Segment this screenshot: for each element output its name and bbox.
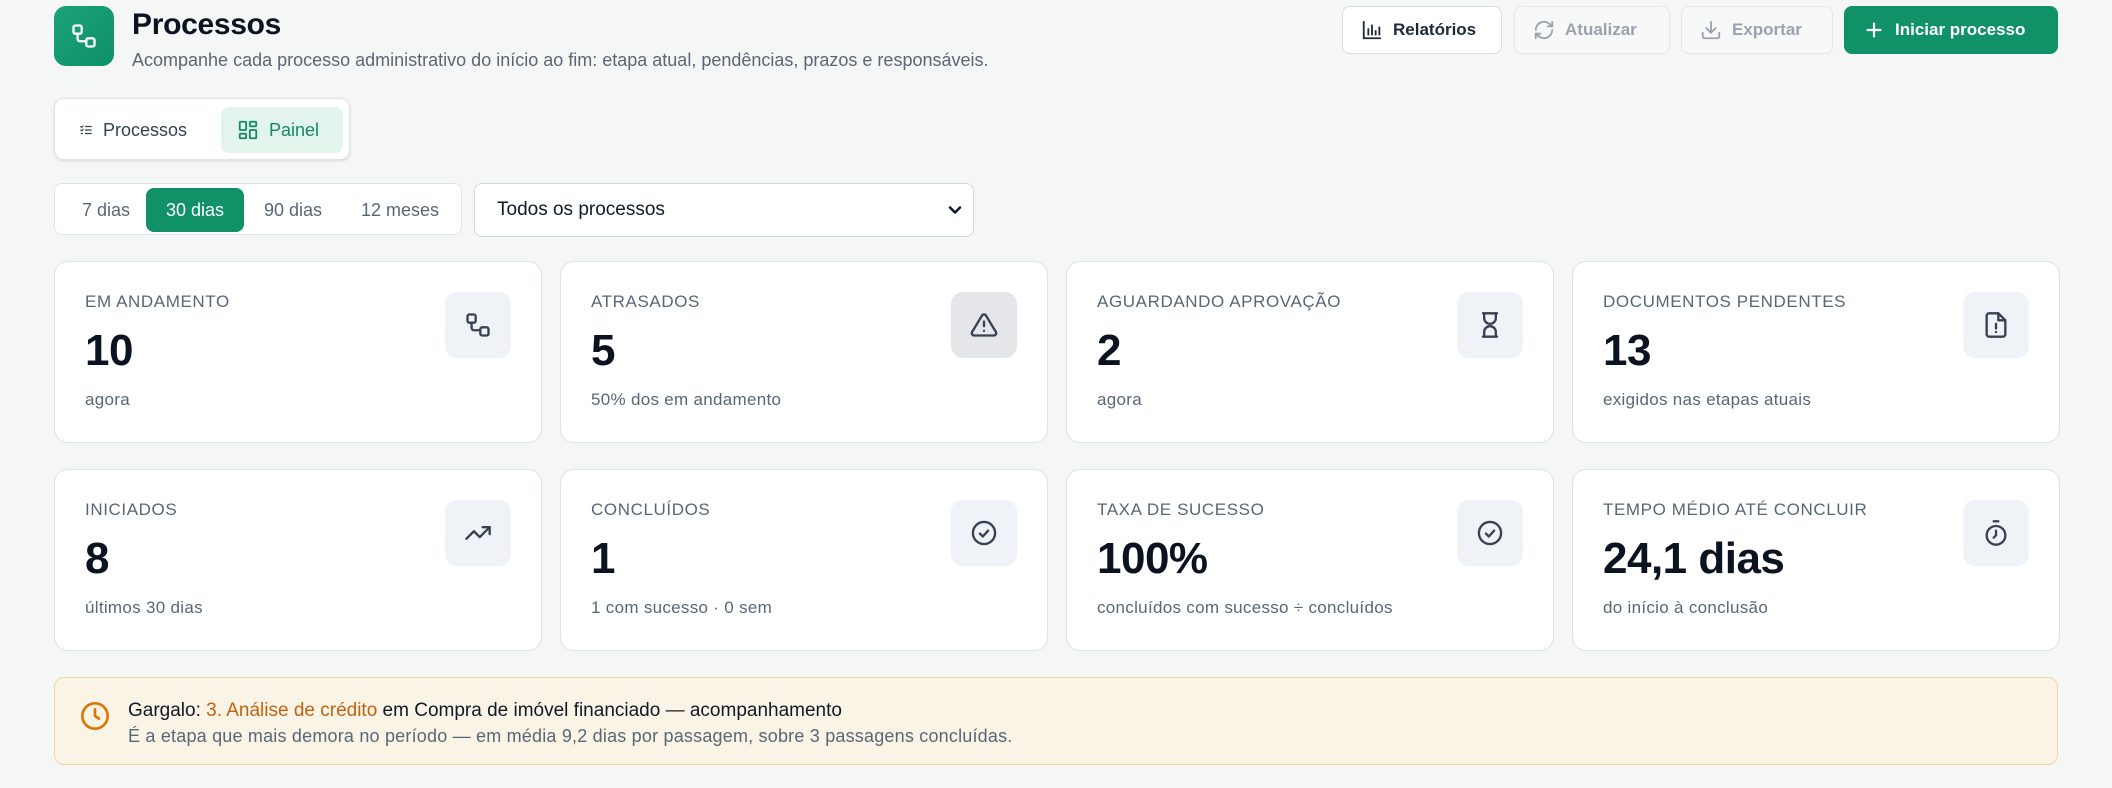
kpi-note: agora — [85, 390, 130, 409]
kpi-card-aguardando-aprovacao: AGUARDANDO APROVAÇÃO 2 agora — [1066, 261, 1554, 443]
page-header: Processos Acompanhe cada processo admini… — [54, 6, 2058, 76]
reports-button-label: Relatórios — [1393, 20, 1477, 39]
hourglass-icon — [1457, 292, 1523, 358]
kpi-value: 1 — [591, 534, 615, 583]
period-12-months[interactable]: 12 meses — [343, 188, 457, 232]
kpi-label: TEMPO MÉDIO ATÉ CONCLUIR — [1603, 500, 1868, 519]
trending-up-icon — [445, 500, 511, 566]
bottleneck-banner: Gargalo: 3. Análise de crédito em Compra… — [54, 677, 2058, 765]
period-7-days[interactable]: 7 dias — [61, 188, 151, 232]
kpi-label: TAXA DE SUCESSO — [1097, 500, 1265, 519]
plus-icon — [1866, 22, 1882, 38]
kpi-value: 13 — [1603, 326, 1651, 375]
kpi-note: concluídos com sucesso ÷ concluídos — [1097, 598, 1393, 617]
process-icon — [54, 6, 114, 66]
kpi-note: do início à conclusão — [1603, 598, 1769, 617]
processes-page: Processos Acompanhe cada processo admini… — [54, 0, 2060, 788]
bottleneck-process: em Compra de imóvel financiado — acompan… — [377, 700, 842, 721]
kpi-value: 24,1 dias — [1603, 534, 1785, 583]
view-switcher: Processos Painel — [54, 98, 350, 160]
kpi-card-em-andamento: EM ANDAMENTO 10 agora — [54, 261, 542, 443]
period-selector: 7 dias 30 dias 90 dias 12 meses — [54, 183, 462, 235]
kpi-note: agora — [1097, 390, 1142, 409]
period-90-days[interactable]: 90 dias — [249, 188, 337, 232]
kpi-note: 50% dos em andamento — [591, 390, 782, 409]
kpi-card-documentos-pendentes: DOCUMENTOS PENDENTES 13 exigidos nas eta… — [1572, 261, 2060, 443]
bottleneck-title: Gargalo: 3. Análise de crédito em Compra… — [128, 700, 842, 722]
kpi-card-iniciados: INICIADOS 8 últimos 30 dias — [54, 469, 542, 651]
bottleneck-detail: É a etapa que mais demora no período — e… — [128, 726, 1013, 746]
kpi-card-atrasados: ATRASADOS 5 50% dos em andamento — [560, 261, 1048, 443]
download-icon — [1701, 20, 1721, 40]
process-icon — [445, 292, 511, 358]
kpi-label: CONCLUÍDOS — [591, 500, 711, 519]
tab-painel-label: Painel — [269, 119, 320, 140]
kpi-card-tempo-medio: TEMPO MÉDIO ATÉ CONCLUIR 24,1 dias do in… — [1572, 469, 2060, 651]
dashboard-icon — [238, 120, 258, 140]
kpi-value: 5 — [591, 326, 615, 375]
clock-icon — [79, 700, 111, 737]
stopwatch-icon — [1963, 500, 2029, 566]
kpi-value: 100% — [1097, 534, 1208, 583]
kpi-note: 1 com sucesso · 0 sem — [591, 598, 773, 617]
kpi-value: 10 — [85, 326, 133, 375]
process-filter-select[interactable]: Todos os processos — [474, 183, 974, 237]
export-button-label: Exportar — [1732, 20, 1802, 39]
chevron-down-icon — [948, 206, 962, 214]
refresh-icon — [1534, 20, 1554, 40]
check-circle-icon — [951, 500, 1017, 566]
alert-triangle-icon — [951, 292, 1017, 358]
kpi-card-concluidos: CONCLUÍDOS 1 1 com sucesso · 0 sem — [560, 469, 1048, 651]
kpi-label: DOCUMENTOS PENDENTES — [1603, 292, 1847, 311]
tab-painel[interactable]: Painel — [221, 107, 343, 153]
check-circle-icon — [1457, 500, 1523, 566]
tab-processos-label: Processos — [102, 119, 187, 140]
kpi-label: AGUARDANDO APROVAÇÃO — [1097, 292, 1342, 311]
kpi-value: 8 — [85, 534, 109, 583]
kpi-label: EM ANDAMENTO — [85, 292, 230, 311]
kpi-value: 2 — [1097, 326, 1121, 375]
list-check-icon — [80, 125, 92, 135]
refresh-button-label: Atualizar — [1565, 20, 1637, 39]
start-process-button[interactable]: Iniciar processo — [1844, 6, 2058, 54]
export-button[interactable]: Exportar — [1681, 6, 1833, 54]
period-30-days[interactable]: 30 dias — [146, 188, 244, 232]
kpi-note: exigidos nas etapas atuais — [1603, 390, 1812, 409]
kpi-note: últimos 30 dias — [85, 598, 203, 617]
kpi-label: INICIADOS — [85, 500, 178, 519]
kpi-card-taxa-de-sucesso: TAXA DE SUCESSO 100% concluídos com suce… — [1066, 469, 1554, 651]
page-subtitle: Acompanhe cada processo administrativo d… — [132, 50, 989, 70]
start-process-button-label: Iniciar processo — [1895, 20, 2026, 39]
bottleneck-prefix: Gargalo: — [128, 700, 207, 721]
bottleneck-step-link[interactable]: 3. Análise de crédito — [206, 700, 377, 721]
kpi-label: ATRASADOS — [591, 292, 700, 311]
tab-processos[interactable]: Processos — [63, 107, 203, 153]
refresh-button[interactable]: Atualizar — [1514, 6, 1670, 54]
bar-chart-icon — [1362, 20, 1382, 40]
document-alert-icon — [1963, 292, 2029, 358]
page-title: Processos — [132, 8, 282, 41]
process-filter-value: Todos os processos — [497, 199, 665, 220]
reports-button[interactable]: Relatórios — [1342, 6, 1502, 54]
